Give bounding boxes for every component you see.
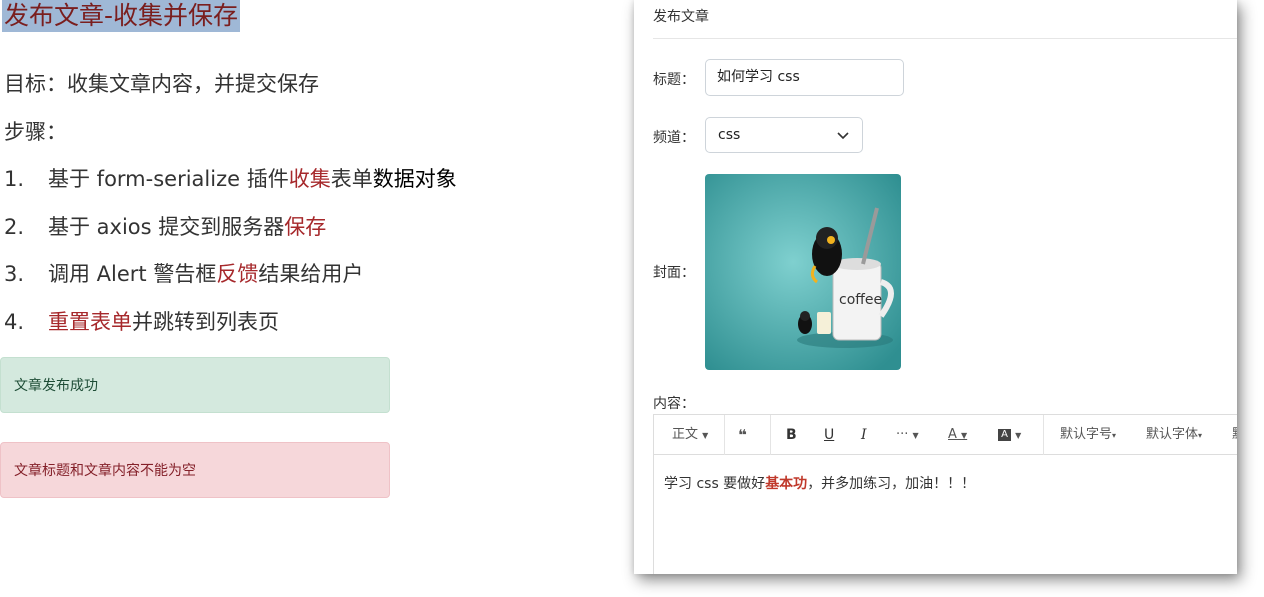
editor-content[interactable]: 学习 css 要做好基本功，并多加练习，加油！！！ [664,473,975,493]
toolbar-separator [724,415,725,455]
editor-toolbar: 正文 ▼ ❝ B U I ··· ▼ A ▼ A ▼ 默认字号▾ 默认字体▾ 默 [654,415,1237,455]
content-text: ，并多加练习，加油！！！ [807,476,976,492]
more-icon[interactable]: ··· ▼ [896,415,919,455]
title-input[interactable]: 如何学习 css [705,59,904,96]
quote-icon[interactable]: ❝ [738,415,747,455]
rich-text-editor[interactable]: 正文 ▼ ❝ B U I ··· ▼ A ▼ A ▼ 默认字号▾ 默认字体▾ 默… [653,414,1237,574]
alert-danger: 文章标题和文章内容不能为空 [0,442,390,498]
step-text: 数据对象 [372,167,457,191]
steps-label: 步骤： [4,120,67,144]
step-item: 2. 基于 axios 提交到服务器保存 [4,211,326,241]
font-size-dropdown[interactable]: 默认字号▾ [1060,415,1116,455]
step-item: 4. 重置表单并跳转到列表页 [4,306,279,336]
step-highlight: 重置表单 [48,310,132,334]
paragraph-dropdown[interactable]: 正文 ▼ [672,415,708,455]
step-text: 基于 axios 提交到服务器 [48,215,285,239]
publish-article-panel: 发布文章 标题： 如何学习 css 频道： css 封面： coffee 内容：… [634,0,1237,574]
bold-icon[interactable]: B [786,415,797,455]
channel-label: 频道： [653,130,695,146]
cover-label: 封面： [653,265,695,281]
toolbar-separator [1043,415,1044,455]
step-text: 表单 [330,167,373,191]
step-highlight: 收集 [288,167,331,191]
step-number: 4. [4,310,25,334]
step-item: 1. 基于 form-serialize 插件收集表单数据对象 [4,163,457,193]
alert-success: 文章发布成功 [0,357,390,413]
cover-image[interactable]: coffee [705,174,901,370]
step-number: 3. [4,262,25,286]
toolbar-separator [770,415,771,455]
font-color-icon[interactable]: A ▼ [948,415,967,455]
step-text: 并跳转到列表页 [132,310,279,334]
step-text: 结果给用户 [258,262,364,286]
italic-icon[interactable]: I [861,415,867,455]
panel-title: 发布文章 [653,9,709,25]
content-text: 学习 css 要做好 [664,476,766,492]
channel-value: css [718,127,741,143]
step-text: 基于 form-serialize 插件 [48,167,289,191]
step-item: 3. 调用 Alert 警告框反馈结果给用户 [4,258,363,288]
step-number: 2. [4,215,25,239]
toolbar-more-dropdown[interactable]: 默 [1232,415,1237,455]
content-bold-text: 基本功 [765,476,808,492]
step-text: 调用 Alert 警告框 [48,262,217,286]
goal-text: 目标：收集文章内容，并提交保存 [4,72,319,96]
slide-title: 发布文章-收集并保存 [2,0,241,32]
channel-select[interactable]: css [705,117,863,153]
underline-icon[interactable]: U [824,415,834,455]
content-label: 内容： [653,396,695,412]
cover-text: coffee [839,292,882,308]
divider [653,38,1237,39]
step-number: 1. [4,167,25,191]
chevron-down-icon [837,132,849,140]
title-label: 标题： [653,72,695,88]
font-family-dropdown[interactable]: 默认字体▾ [1146,415,1202,455]
step-highlight: 保存 [284,215,327,239]
cover-illustration: coffee [705,174,901,370]
background-color-icon[interactable]: A ▼ [998,415,1021,455]
step-highlight: 反馈 [216,262,259,286]
